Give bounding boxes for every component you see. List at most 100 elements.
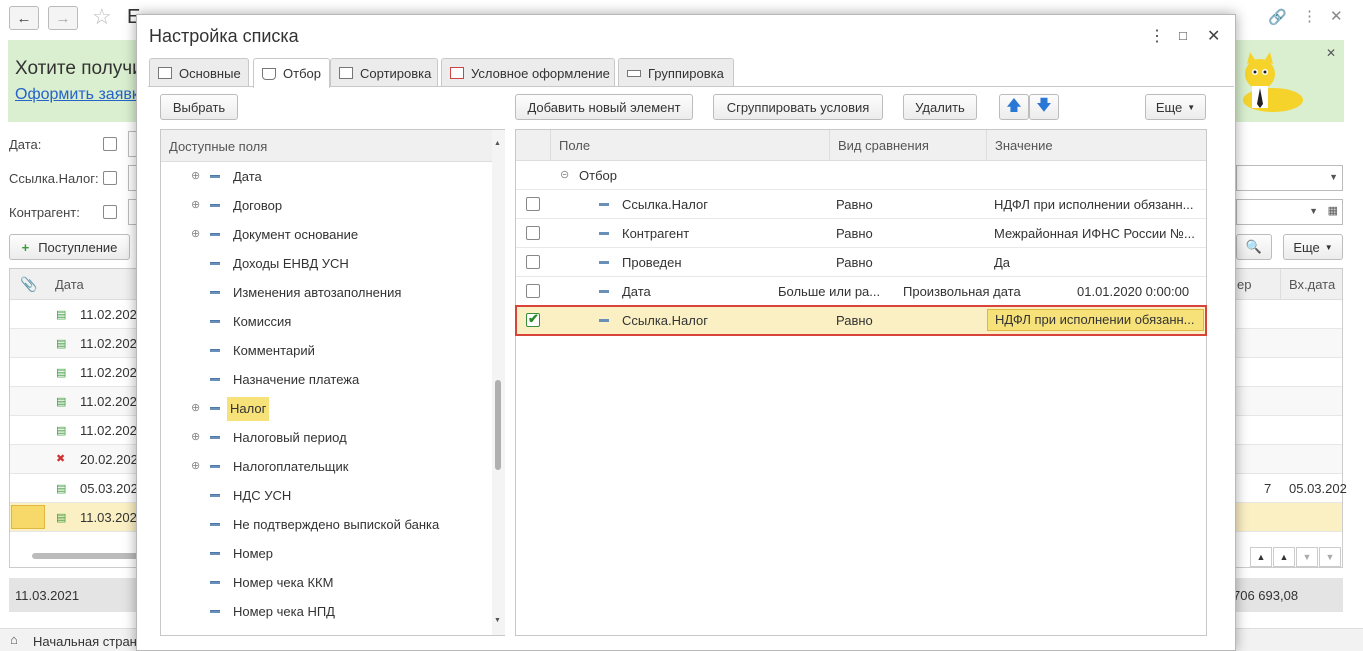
filter-value[interactable]: 01.01.2020 0:00:00 <box>1077 284 1189 299</box>
filter-row-checkbox[interactable] <box>526 255 540 269</box>
more-actions-button[interactable]: Еще ▼ <box>1145 94 1206 120</box>
tab-grouping[interactable]: Группировка <box>618 58 734 87</box>
scroll-down-icon[interactable]: ▼ <box>1296 547 1318 567</box>
filter-row-checkbox[interactable] <box>526 284 540 298</box>
column-date[interactable]: Дата <box>55 277 84 292</box>
move-down-button[interactable]: 🡇 <box>1029 94 1059 120</box>
maximize-icon[interactable]: □ <box>1179 28 1187 43</box>
filter-group-row[interactable]: ⊝ Отбор <box>516 161 1206 190</box>
column-number[interactable]: ер <box>1237 277 1251 292</box>
link-icon[interactable]: 🔗 <box>1268 8 1287 26</box>
move-up-button[interactable]: 🡅 <box>999 94 1029 120</box>
field-item[interactable]: ⊕ Налогоплательщик <box>161 455 491 479</box>
scroll-bottom-icon[interactable]: ▼ <box>1319 547 1341 567</box>
field-item[interactable]: Комментарий <box>161 339 491 363</box>
field-item[interactable]: ⊕ Налоговый период <box>161 426 491 450</box>
dialog-more-icon[interactable]: ⋮ <box>1149 26 1165 46</box>
delete-button[interactable]: Удалить <box>903 94 977 120</box>
filter-tax-value-field[interactable]: ▼ <box>1236 165 1343 191</box>
field-item[interactable]: ⊕ Документ основание <box>161 223 491 247</box>
calendar-icon[interactable]: ▦ <box>1328 204 1338 217</box>
filter-counterparty-value-field[interactable]: ▼ ▦ <box>1236 199 1343 225</box>
column-compare[interactable]: Вид сравнения <box>829 130 986 161</box>
field-item[interactable]: НДС УСН <box>161 484 491 508</box>
dialog-close-icon[interactable]: ✕ <box>1207 26 1220 46</box>
filter-value[interactable]: Да <box>994 255 1200 270</box>
expand-icon[interactable]: ⊕ <box>191 403 200 414</box>
home-icon[interactable]: ⌂ <box>10 632 18 647</box>
filter-compare[interactable]: Больше или ра... <box>778 284 888 299</box>
filter-row[interactable]: Ссылка.Налог Равно НДФЛ при исполнении обя… <box>516 190 1206 219</box>
field-item[interactable]: Доходы ЕНВД УСН <box>161 252 491 276</box>
filter-compare[interactable]: Равно <box>836 255 981 270</box>
filter-compare[interactable]: Равно <box>836 313 981 328</box>
select-button[interactable]: Выбрать <box>160 94 238 120</box>
tab-conditional-formatting[interactable]: Условное оформление <box>441 58 615 87</box>
tab-filter[interactable]: Отбор <box>253 58 330 88</box>
filter-value[interactable]: НДФЛ при исполнении обязанн... <box>987 309 1204 331</box>
close-icon[interactable]: ✕ <box>1330 7 1343 25</box>
collapse-icon[interactable]: ⊝ <box>560 168 569 181</box>
field-item[interactable]: ⊕ Налог <box>161 397 491 421</box>
filter-date-checkbox[interactable] <box>103 137 117 151</box>
filter-row[interactable]: Контрагент Равно Межрайонная ИФНС России №… <box>516 219 1206 248</box>
field-item[interactable]: Номер чека ККМ <box>161 571 491 595</box>
expand-icon[interactable]: ⊕ <box>191 461 200 472</box>
filter-row-checkbox[interactable]: ✔ <box>526 311 540 327</box>
taskbar-home-tab[interactable]: Начальная стран <box>33 634 137 649</box>
filter-row[interactable]: Дата Больше или ра... Произвольная дата 01.… <box>516 277 1206 306</box>
filter-tax-checkbox[interactable] <box>103 171 117 185</box>
dropdown-icon[interactable]: ▼ <box>1309 206 1318 216</box>
column-in-date[interactable]: Вх.дата <box>1289 277 1335 292</box>
favorite-star-icon[interactable]: ☆ <box>92 4 112 30</box>
field-item[interactable]: Изменения автозаполнения <box>161 281 491 305</box>
scroll-down-icon[interactable]: ▼ <box>494 617 501 624</box>
filter-row[interactable]: Проведен Равно Да <box>516 248 1206 277</box>
row-date: 11.02.202 <box>80 394 137 409</box>
field-item-label: Комментарий <box>233 343 315 358</box>
field-item[interactable]: Номер чека НПД <box>161 600 491 624</box>
group-conditions-button[interactable]: Сгруппировать условия <box>713 94 883 120</box>
column-field[interactable]: Поле <box>550 130 829 161</box>
filter-row-selected[interactable]: ✔ Ссылка.Налог Равно НДФЛ при исполнении об… <box>515 305 1207 336</box>
field-item[interactable]: Комиссия <box>161 310 491 334</box>
expand-icon[interactable]: ⊕ <box>191 229 200 240</box>
more-vertical-icon[interactable]: ⋮ <box>1302 7 1317 25</box>
filter-value[interactable]: НДФЛ при исполнении обязанн... <box>994 197 1200 212</box>
forward-button[interactable]: → <box>48 6 78 30</box>
field-icon <box>210 349 220 352</box>
filter-conditions-table[interactable]: Поле Вид сравнения Значение ⊝ Отбор Ссыл… <box>515 129 1207 636</box>
field-item[interactable]: Номер <box>161 542 491 566</box>
filter-counterparty-checkbox[interactable] <box>103 205 117 219</box>
field-item[interactable]: ⊕ Дата <box>161 165 491 189</box>
scroll-top-icon[interactable]: ▲ <box>1250 547 1272 567</box>
filter-value-kind[interactable]: Произвольная дата <box>903 284 1021 299</box>
vertical-scrollbar[interactable]: ▲ ▼ <box>492 130 505 635</box>
expand-icon[interactable]: ⊕ <box>191 171 200 182</box>
banner-close-icon[interactable]: ✕ <box>1326 46 1336 60</box>
tab-basic[interactable]: Основные <box>149 58 249 87</box>
back-button[interactable]: ← <box>9 6 39 30</box>
more-button[interactable]: Еще ▼ <box>1283 234 1343 260</box>
scrollbar-thumb[interactable] <box>495 380 501 470</box>
field-item[interactable]: ⊕ Договор <box>161 194 491 218</box>
scroll-up-icon[interactable]: ▲ <box>1273 547 1295 567</box>
scroll-up-icon[interactable]: ▲ <box>494 140 501 147</box>
filter-row-checkbox[interactable] <box>526 226 540 240</box>
filter-compare[interactable]: Равно <box>836 226 981 241</box>
field-item[interactable]: Не подтверждено выпиской банка <box>161 513 491 537</box>
field-item[interactable]: Назначение платежа <box>161 368 491 392</box>
dropdown-icon[interactable]: ▼ <box>1329 172 1338 182</box>
filter-row-checkbox[interactable] <box>526 197 540 211</box>
add-receipt-button[interactable]: + Поступление <box>9 234 130 260</box>
search-button[interactable]: 🔍 <box>1236 234 1272 260</box>
expand-icon[interactable]: ⊕ <box>191 200 200 211</box>
column-value[interactable]: Значение <box>986 130 1206 161</box>
filter-value[interactable]: Межрайонная ИФНС России №... <box>994 226 1200 241</box>
expand-icon[interactable]: ⊕ <box>191 432 200 443</box>
tab-sorting[interactable]: Сортировка <box>330 58 438 87</box>
filter-compare[interactable]: Равно <box>836 197 981 212</box>
banner-link[interactable]: Оформить заявк <box>15 86 139 104</box>
add-new-element-button[interactable]: Добавить новый элемент <box>515 94 693 120</box>
horizontal-scrollbar[interactable] <box>32 553 142 559</box>
